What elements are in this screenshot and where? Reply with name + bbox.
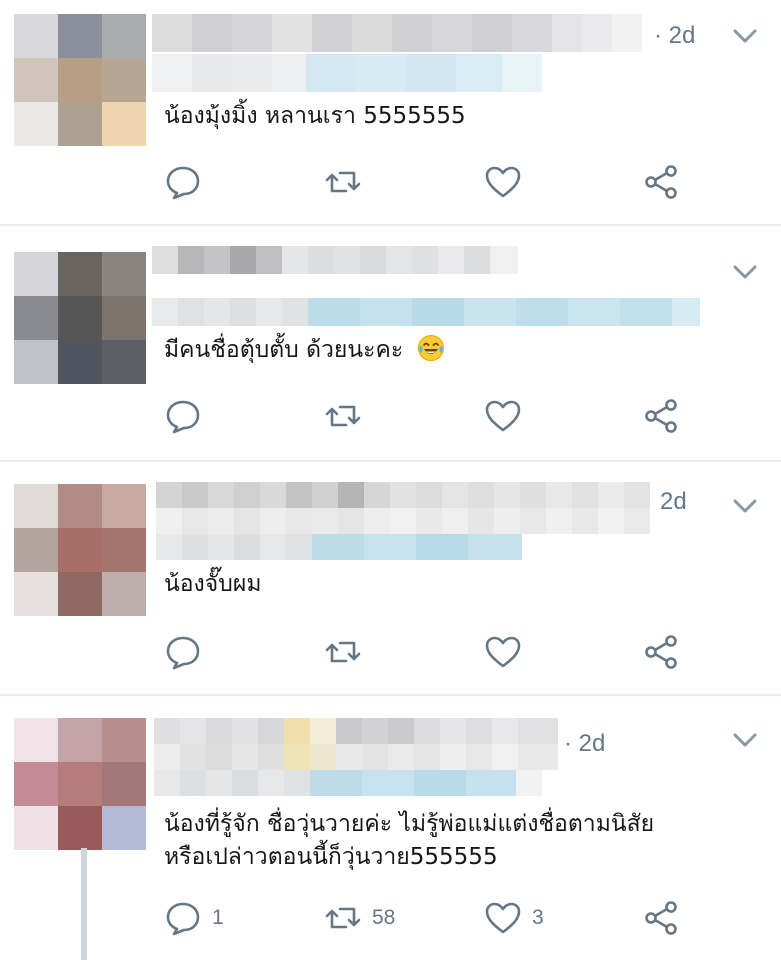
display-name-blurred [154,744,558,770]
display-name-blurred [156,508,650,534]
retweet-button[interactable] [324,396,372,436]
avatar[interactable] [14,484,146,616]
username-blurred[interactable] [152,246,518,274]
face-with-tears-of-joy-icon [417,335,444,361]
thread-connector-line [81,848,87,960]
tweet-timestamp[interactable]: · 2d [564,730,605,758]
like-button[interactable]: 3 [484,898,544,938]
like-icon [485,400,521,432]
avatar[interactable] [14,252,146,384]
reply-icon [166,636,200,670]
tweet-text: น้องจั๊บผม [164,571,262,597]
reply-icon [166,902,200,936]
username-blurred[interactable] [152,14,642,52]
like-button[interactable] [484,162,532,202]
retweet-count: 58 [372,906,396,929]
reply-button[interactable] [164,396,212,436]
tweet-timestamp[interactable]: 2d [660,488,687,516]
like-icon [485,636,521,668]
tweet-actions [164,162,724,202]
chevron-down-icon[interactable] [732,26,758,46]
username-blurred[interactable] [156,482,650,508]
handle-blurred [154,770,542,796]
like-icon [485,166,521,198]
chevron-down-icon[interactable] [732,730,758,750]
tweet-4[interactable]: · 2d น้องที่รู้จัก ชื่อวุ่นวายค่ะ ไม่รู้… [0,696,781,960]
like-button[interactable] [484,396,532,436]
handle-blurred [152,298,700,326]
retweet-icon [325,405,361,427]
retweet-button[interactable] [324,162,372,202]
tweet-text: น้องที่รู้จัก ชื่อวุ่นวายค่ะ ไม่รู้พ่อแม… [164,808,774,874]
reply-button[interactable]: 1 [164,898,224,938]
retweet-button[interactable]: 58 [324,898,395,938]
tweet-actions: 1 58 3 [164,898,724,938]
retweet-button[interactable] [324,632,372,672]
retweet-icon [325,907,361,929]
avatar[interactable] [14,718,146,850]
reply-button[interactable] [164,632,212,672]
share-button[interactable] [642,898,680,938]
tweet-actions [164,632,724,672]
share-button[interactable] [642,396,680,436]
tweet-text-line: หรือเปล่าวตอนนี้ก็วุ่นวาย555555 [164,844,498,870]
reply-icon [166,166,200,200]
avatar[interactable] [14,14,146,146]
tweet-3[interactable]: 2d น้องจั๊บผม [0,462,781,694]
like-count: 3 [532,906,544,929]
tweet-text: มีคนชื่อตุ้บตั้บ ด้วยนะคะ [164,334,764,367]
tweet-timestamp[interactable]: · 2d [654,22,695,50]
tweet-text: น้องมุ้งมิ้ง หลานเรา 5555555 [164,103,466,129]
share-button[interactable] [642,162,680,202]
chevron-down-icon[interactable] [732,496,758,516]
share-icon [645,635,677,669]
share-icon [645,165,677,199]
tweet-text-line: น้องที่รู้จัก ชื่อวุ่นวายค่ะ ไม่รู้พ่อแม… [164,811,655,837]
reply-button[interactable] [164,162,212,202]
tweet-1[interactable]: · 2d น้องมุ้งมิ้ง หลานเรา 5555555 [0,0,781,224]
reply-count: 1 [212,906,224,929]
retweet-icon [325,171,361,193]
like-icon [485,902,521,934]
handle-blurred [156,534,522,560]
like-button[interactable] [484,632,532,672]
chevron-down-icon[interactable] [732,262,758,282]
share-button[interactable] [642,632,680,672]
tweet-2[interactable]: มีคนชื่อตุ้บตั้บ ด้วยนะคะ [0,226,781,460]
share-icon [645,901,677,935]
tweet-actions [164,396,724,436]
reply-icon [166,400,200,434]
retweet-icon [325,641,361,663]
handle-blurred [152,54,542,92]
share-icon [645,399,677,433]
username-blurred[interactable] [154,718,558,744]
